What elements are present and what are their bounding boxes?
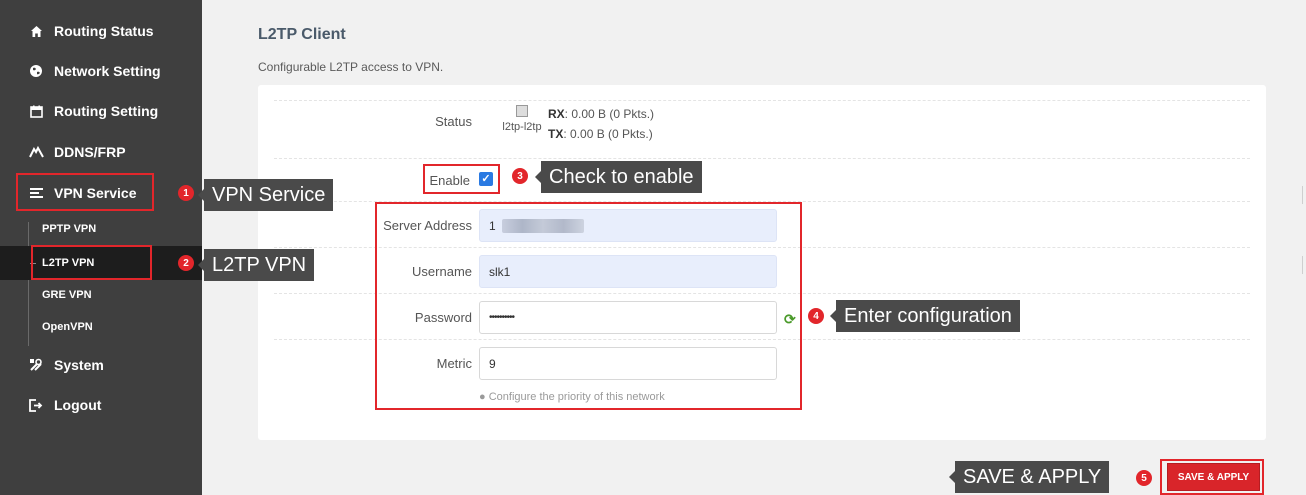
- network-interface-icon: [516, 105, 528, 117]
- annotation-box-save: [1160, 459, 1264, 495]
- sidebar-item-label: Routing Status: [54, 23, 154, 39]
- sidebar-item-routing-status[interactable]: Routing Status: [0, 11, 202, 51]
- sidebar-subitem-label: GRE VPN: [42, 289, 92, 301]
- sidebar-subitem-label: OpenVPN: [42, 321, 93, 333]
- sidebar-subitem-label: PPTP VPN: [42, 223, 97, 235]
- sidebar-item-ddns-frp[interactable]: DDNS/FRP: [0, 132, 202, 172]
- annotation-badge-5: 5: [1136, 470, 1152, 486]
- annotation-callout-3: Check to enable: [535, 161, 702, 193]
- interface-name: l2tp-l2tp: [502, 121, 542, 133]
- rx-stats: RX: 0.00 B (0 Pkts.): [548, 107, 654, 121]
- logout-icon: [28, 397, 44, 413]
- annotation-box-enable: [423, 164, 500, 194]
- annotation-badge-2: 2: [178, 255, 194, 271]
- sidebar-item-system[interactable]: System: [0, 345, 202, 385]
- sidebar-item-label: DDNS/FRP: [54, 144, 126, 160]
- sidebar-item-logout[interactable]: Logout: [0, 385, 202, 425]
- tx-value: : 0.00 B (0 Pkts.): [563, 127, 653, 141]
- sidebar-item-label: Logout: [54, 397, 102, 413]
- annotation-badge-1: 1: [178, 185, 194, 201]
- sidebar-item-label: System: [54, 357, 104, 373]
- divider: [274, 158, 1250, 159]
- page-title: L2TP Client: [258, 26, 346, 43]
- rx-label: RX: [548, 107, 565, 121]
- status-label: Status: [435, 114, 472, 129]
- sidebar-item-label: Routing Setting: [54, 103, 159, 119]
- sidebar-subitem-pptp-vpn[interactable]: PPTP VPN: [28, 212, 202, 246]
- divider: [274, 100, 1250, 101]
- annotation-box-l2tp-vpn: [31, 245, 152, 280]
- sidebar-item-routing-setting[interactable]: Routing Setting: [0, 91, 202, 131]
- annotation-callout-1: VPN Service: [197, 179, 334, 211]
- page-description: Configurable L2TP access to VPN.: [258, 60, 444, 74]
- tx-label: TX: [548, 127, 564, 141]
- sidebar-item-network-setting[interactable]: Network Setting: [0, 51, 202, 91]
- scroll-edge-mark: [1302, 256, 1303, 274]
- globe-icon: [28, 63, 44, 79]
- interface-status: l2tp-l2tp: [496, 105, 548, 133]
- scroll-edge-mark: [1302, 186, 1303, 204]
- tx-stats: TX: 0.00 B (0 Pkts.): [548, 127, 653, 141]
- annotation-badge-4: 4: [808, 308, 824, 324]
- tools-icon: [28, 357, 44, 373]
- sidebar-subitem-gre-vpn[interactable]: GRE VPN: [28, 278, 202, 312]
- rx-value: : 0.00 B (0 Pkts.): [564, 107, 655, 121]
- sidebar-item-label: Network Setting: [54, 63, 161, 79]
- sidebar-subitem-openvpn[interactable]: OpenVPN: [28, 310, 202, 344]
- calendar-icon: [28, 103, 44, 119]
- annotation-callout-4: Enter configuration: [830, 300, 1020, 332]
- annotation-callout-5: SAVE & APPLY: [948, 461, 1110, 493]
- annotation-box-vpn-service: [16, 173, 154, 211]
- annotation-badge-3: 3: [512, 168, 528, 184]
- home-icon: [28, 23, 44, 39]
- dashboard-icon: [28, 144, 44, 160]
- annotation-box-configuration: [375, 202, 802, 410]
- annotation-callout-2: L2TP VPN: [197, 249, 315, 281]
